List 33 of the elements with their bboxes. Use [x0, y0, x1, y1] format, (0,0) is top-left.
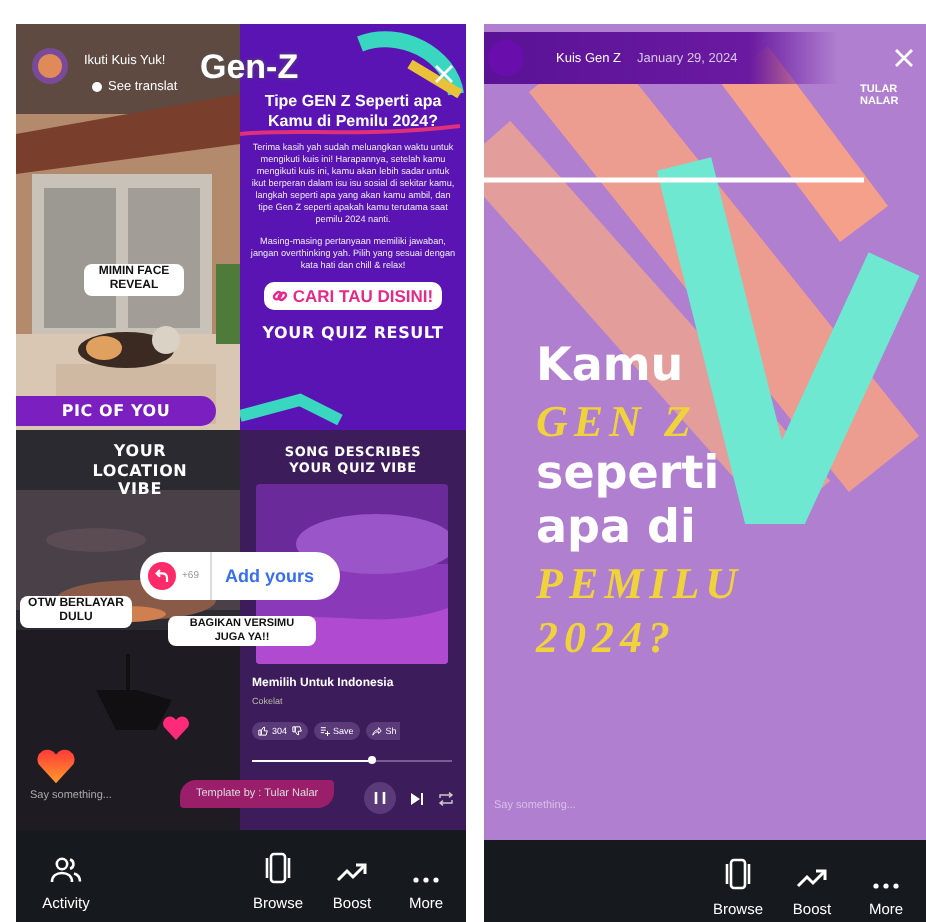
caption-text: YOUR QUIZ RESULT — [262, 323, 444, 342]
headline-text: 2024? — [536, 610, 678, 664]
close-icon[interactable] — [434, 64, 454, 84]
more-icon — [872, 881, 900, 889]
thumbs-down-icon — [291, 725, 302, 736]
next-track-icon[interactable] — [410, 791, 424, 806]
headline-text: Kamu — [536, 340, 686, 394]
repeat-icon[interactable] — [438, 791, 454, 806]
dot-icon — [92, 82, 102, 92]
thumbs-up-icon — [258, 725, 268, 736]
headline-text: seperti — [536, 448, 722, 502]
headline-text: GEN Z — [536, 394, 699, 448]
caption-banner: PIC OF YOU — [16, 396, 216, 426]
pause-button[interactable] — [364, 782, 396, 815]
people-icon — [50, 856, 82, 884]
logo-text: Gen-Z — [200, 48, 299, 88]
story-title: Tipe GEN Z Seperti apa Kamu di Pemilu 2024? — [262, 92, 444, 132]
headline-text: apa di — [536, 502, 698, 556]
profile-avatar-icon[interactable] — [32, 48, 68, 84]
caption-text: YOUR LOCATION VIBE — [90, 442, 190, 500]
headline-text: PEMILU — [536, 556, 746, 610]
add-yours-label: Add yours — [224, 566, 314, 586]
heart-icon — [162, 716, 190, 740]
trend-arrow-icon — [336, 860, 368, 884]
cards-icon — [262, 852, 294, 884]
link-icon — [272, 287, 289, 304]
cards-icon — [722, 857, 754, 889]
link-sticker[interactable]: CARI TAU DISINI! — [264, 281, 442, 310]
trend-arrow-icon — [796, 865, 828, 889]
share-arrow-icon — [371, 725, 382, 736]
playlist-add-icon — [319, 725, 330, 736]
more-icon — [412, 876, 440, 884]
heart-icon — [36, 748, 76, 784]
